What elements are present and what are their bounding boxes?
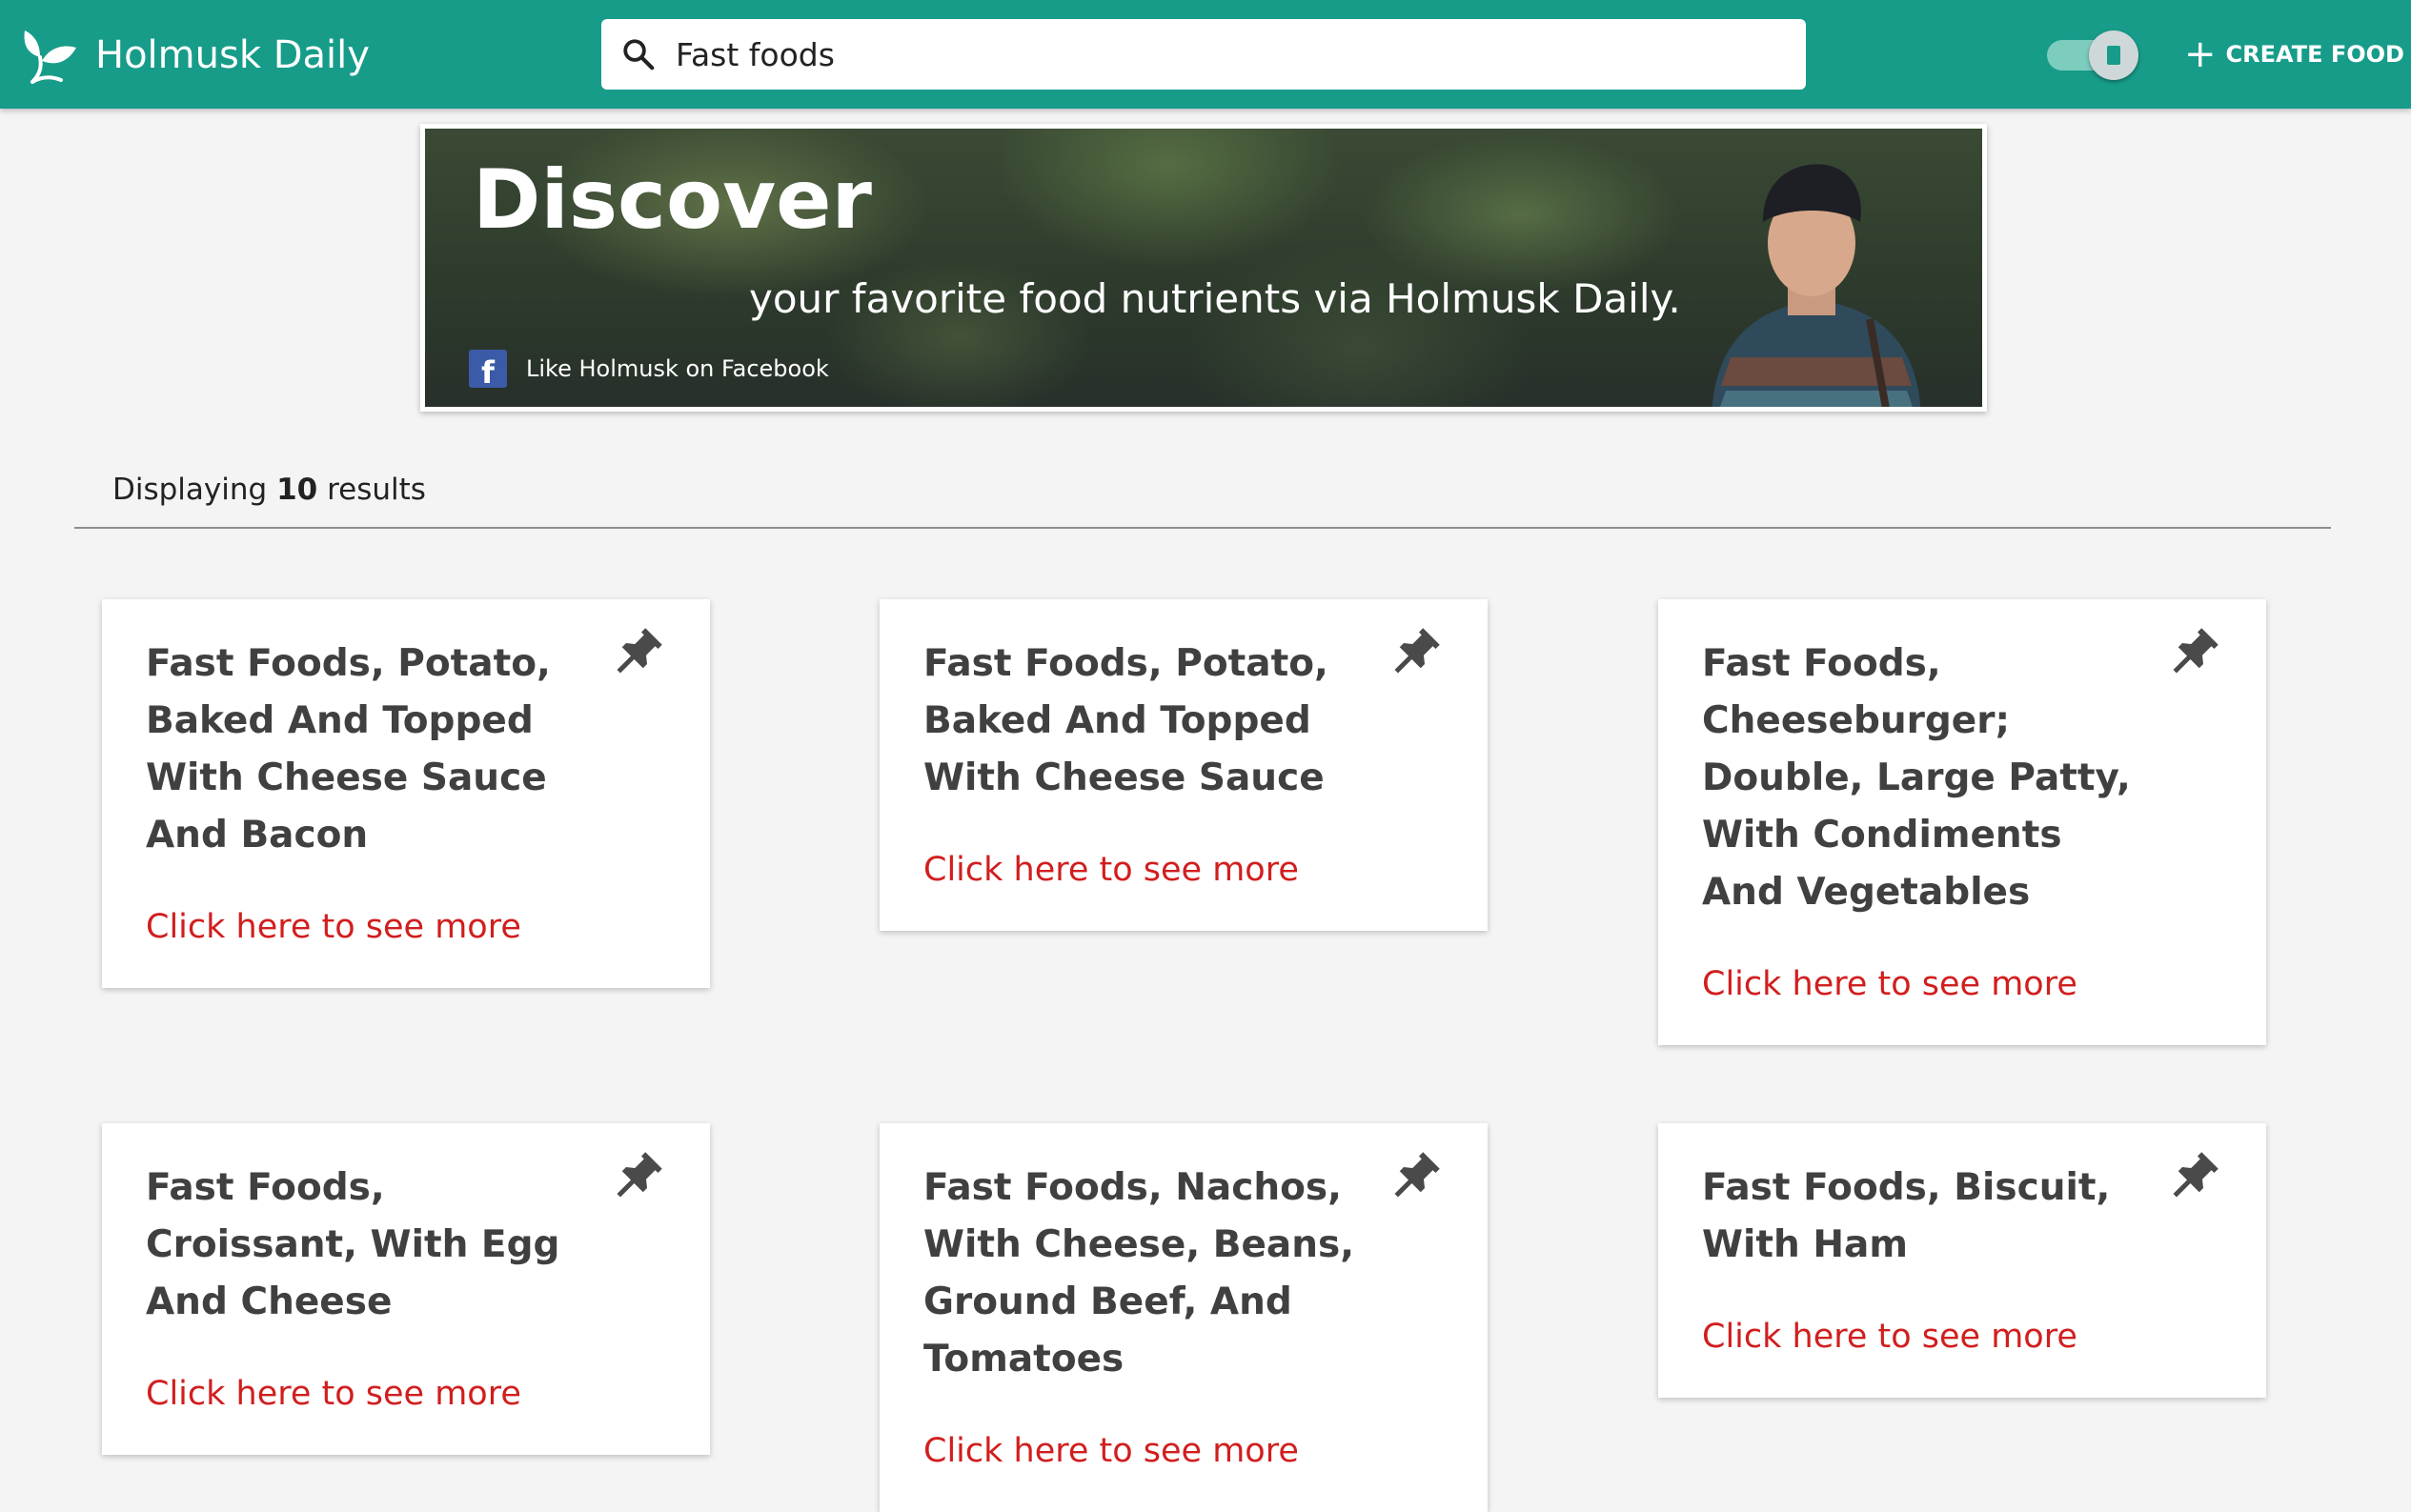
banner-image: Discover your favorite food nutrients vi… bbox=[425, 129, 1982, 407]
search-bar[interactable] bbox=[601, 19, 1806, 90]
see-more-link[interactable]: Click here to see more bbox=[923, 1432, 1446, 1470]
create-food-label: CREATE FOOD bbox=[2225, 41, 2404, 68]
plus-icon: + bbox=[2184, 32, 2217, 76]
food-card[interactable]: Fast Foods, Croissant, With Egg And Chee… bbox=[102, 1123, 710, 1455]
toggle-knob bbox=[2089, 30, 2138, 80]
food-card-title: Fast Foods, Biscuit, With Ham bbox=[1702, 1166, 2111, 1266]
food-card[interactable]: Fast Foods, Potato, Baked And Topped Wit… bbox=[102, 599, 710, 988]
see-more-link[interactable]: Click here to see more bbox=[1702, 1318, 2224, 1356]
results-divider bbox=[74, 527, 2331, 529]
food-card[interactable]: Fast Foods, Biscuit, With Ham Click here… bbox=[1658, 1123, 2266, 1398]
search-icon bbox=[623, 39, 655, 71]
pin-icon[interactable] bbox=[2167, 622, 2224, 679]
results-prefix: Displaying bbox=[112, 473, 268, 507]
food-card-title: Fast Foods, Potato, Baked And Topped Wit… bbox=[146, 642, 551, 857]
top-app-bar: Holmusk Daily + CREATE FOOD bbox=[0, 0, 2411, 109]
create-food-button[interactable]: + CREATE FOOD bbox=[2184, 29, 2404, 80]
banner-title: Discover bbox=[473, 152, 872, 248]
pin-icon[interactable] bbox=[611, 622, 668, 679]
results-number: 10 bbox=[276, 473, 318, 507]
food-card-title: Fast Foods, Nachos, With Cheese, Beans, … bbox=[923, 1166, 1355, 1381]
banner-person-image bbox=[1712, 164, 1921, 407]
see-more-link[interactable]: Click here to see more bbox=[146, 908, 668, 946]
food-card-title: Fast Foods, Croissant, With Egg And Chee… bbox=[146, 1166, 560, 1323]
food-card-title: Fast Foods, Cheeseburger; Double, Large … bbox=[1702, 642, 2131, 914]
bookmark-icon bbox=[2107, 46, 2120, 65]
see-more-link[interactable]: Click here to see more bbox=[923, 851, 1446, 889]
facebook-icon: f bbox=[469, 350, 507, 388]
pin-icon[interactable] bbox=[2167, 1146, 2224, 1203]
food-card[interactable]: Fast Foods, Potato, Baked And Topped Wit… bbox=[880, 599, 1488, 931]
brand-home-link[interactable]: Holmusk Daily bbox=[19, 25, 370, 86]
pin-icon[interactable] bbox=[1388, 622, 1446, 679]
results-count: Displaying 10 results bbox=[112, 473, 426, 507]
discover-banner: Discover your favorite food nutrients vi… bbox=[420, 124, 1987, 412]
banner-subtitle: your favorite food nutrients via Holmusk… bbox=[749, 275, 1681, 322]
pin-icon[interactable] bbox=[1388, 1146, 1446, 1203]
search-input[interactable] bbox=[674, 26, 1787, 83]
see-more-link[interactable]: Click here to see more bbox=[1702, 965, 2224, 1003]
pin-icon[interactable] bbox=[611, 1146, 668, 1203]
leaf-logo-icon bbox=[24, 30, 76, 84]
view-toggle-switch[interactable] bbox=[2047, 30, 2138, 80]
food-card-title: Fast Foods, Potato, Baked And Topped Wit… bbox=[923, 642, 1328, 799]
food-card[interactable]: Fast Foods, Nachos, With Cheese, Beans, … bbox=[880, 1123, 1488, 1512]
food-card[interactable]: Fast Foods, Cheeseburger; Double, Large … bbox=[1658, 599, 2266, 1045]
app-title: Holmusk Daily bbox=[95, 33, 370, 77]
facebook-like-link[interactable]: f Like Holmusk on Facebook bbox=[469, 350, 829, 388]
see-more-link[interactable]: Click here to see more bbox=[146, 1375, 668, 1413]
facebook-like-label: Like Holmusk on Facebook bbox=[526, 355, 829, 382]
results-suffix: results bbox=[327, 473, 426, 507]
